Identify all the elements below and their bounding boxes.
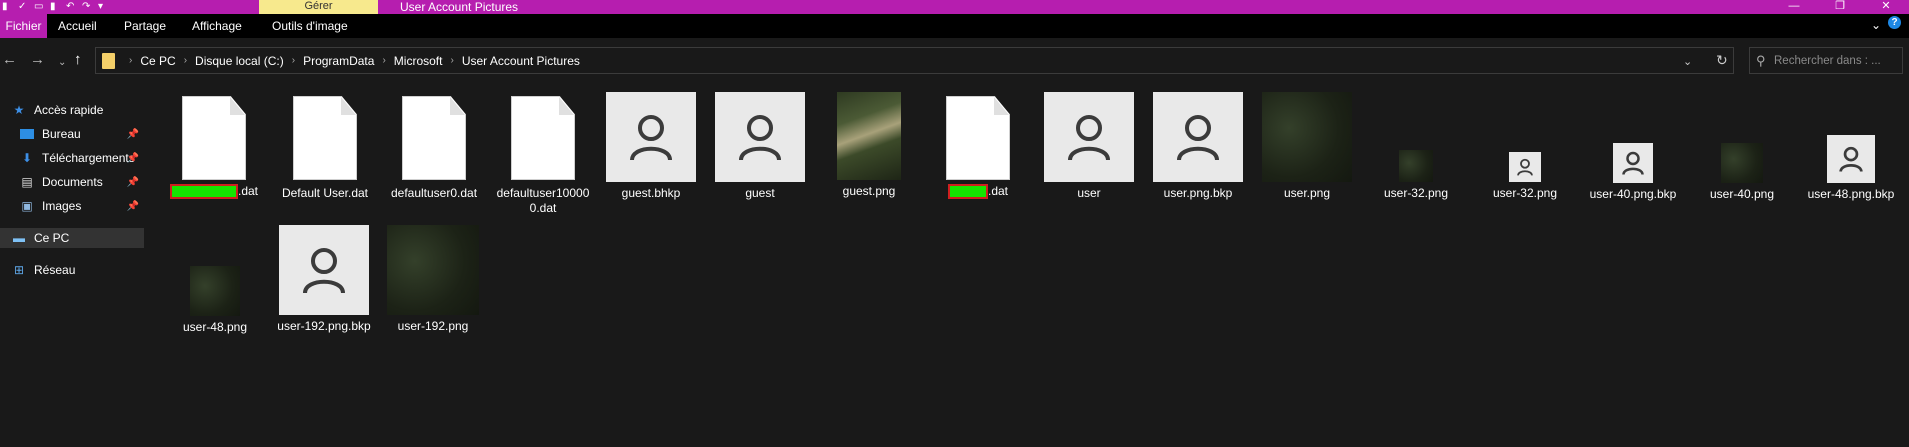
file-item[interactable]: user	[1034, 92, 1144, 201]
image-thumbnail	[1262, 92, 1352, 182]
document-icon	[293, 96, 357, 180]
user-avatar-icon	[606, 92, 696, 182]
image-thumbnail	[837, 92, 901, 180]
file-item[interactable]: user-32.png	[1470, 152, 1580, 201]
document-icon	[511, 96, 575, 180]
user-avatar-icon	[1509, 152, 1541, 182]
file-item[interactable]: guest	[705, 92, 815, 201]
redaction-block	[169, 184, 238, 200]
file-item[interactable]: guest.png	[814, 92, 924, 199]
user-avatar-icon	[1827, 135, 1875, 183]
file-item[interactable]: user-48.png.bkp	[1796, 135, 1906, 202]
user-avatar-icon	[715, 92, 805, 182]
file-view: .dat Default User.dat defaultuser0.dat d…	[0, 0, 1909, 447]
file-item[interactable]: user.png.bkp	[1143, 92, 1253, 201]
file-item[interactable]: user.png	[1252, 92, 1362, 201]
image-thumbnail	[387, 225, 479, 315]
file-item[interactable]: .dat	[923, 96, 1033, 200]
file-item[interactable]: .dat	[159, 96, 269, 200]
file-item[interactable]: user-48.png	[160, 266, 270, 335]
file-item[interactable]: user-32.png	[1361, 150, 1471, 201]
file-item[interactable]: defaultuser100000.dat	[488, 96, 598, 216]
file-item[interactable]: user-40.png	[1687, 143, 1797, 202]
image-thumbnail	[190, 266, 240, 316]
file-item[interactable]: user-40.png.bkp	[1578, 143, 1688, 202]
image-thumbnail	[1399, 150, 1433, 182]
file-item[interactable]: Default User.dat	[270, 96, 380, 201]
file-item[interactable]: guest.bhkp	[596, 92, 706, 201]
document-icon	[182, 96, 246, 180]
image-thumbnail	[1721, 143, 1763, 183]
redaction-block	[947, 184, 988, 200]
user-avatar-icon	[279, 225, 369, 315]
user-avatar-icon	[1044, 92, 1134, 182]
user-avatar-icon	[1153, 92, 1243, 182]
file-item[interactable]: user-192.png.bkp	[269, 225, 379, 334]
file-item[interactable]: defaultuser0.dat	[379, 96, 489, 201]
document-icon	[946, 96, 1010, 180]
user-avatar-icon	[1613, 143, 1653, 183]
file-item[interactable]: user-192.png	[378, 225, 488, 334]
document-icon	[402, 96, 466, 180]
